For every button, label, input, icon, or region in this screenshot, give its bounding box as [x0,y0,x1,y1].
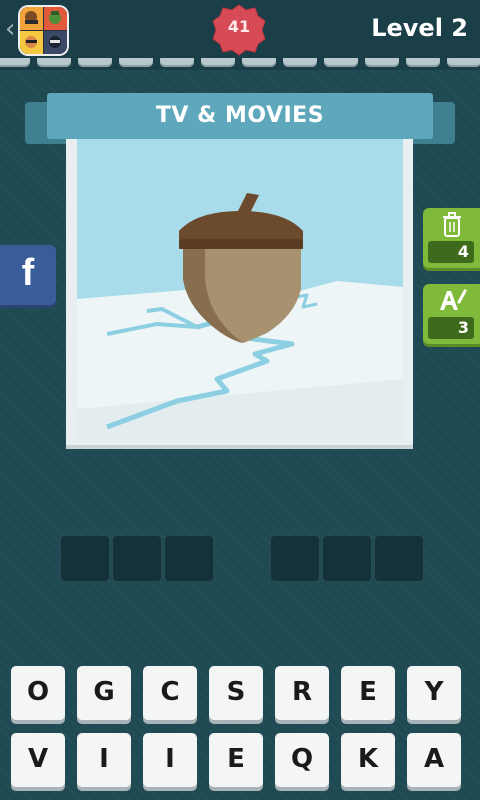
letter-key[interactable]: Y [407,666,461,720]
edge-tab [37,58,71,67]
letter-key[interactable]: S [209,666,263,720]
level-title: Level 2 [371,14,468,42]
edge-tab [242,58,276,67]
category-title: TV & MOVIES [155,103,325,128]
edge-tab [283,58,317,67]
edge-tab [119,58,153,67]
category-banner: TV & MOVIES [47,93,433,139]
letter-key[interactable]: K [341,733,395,787]
letter-key[interactable]: O [11,666,65,720]
key-label: R [291,677,313,707]
key-label: Q [290,744,314,774]
letter-key[interactable]: R [275,666,329,720]
letter-key[interactable]: Q [275,733,329,787]
answer-slot[interactable] [374,535,424,582]
reveal-letter-icon [423,288,480,314]
chevron-left-icon[interactable]: ‹ [5,16,15,42]
key-label: C [160,677,180,707]
answer-slot[interactable] [270,535,320,582]
key-label: E [359,677,377,707]
letter-key[interactable]: G [77,666,131,720]
edge-tab [0,58,30,67]
level-badge: 41 [211,4,267,56]
hint-reveal-letter-button[interactable]: 3 [423,284,480,344]
letter-key[interactable]: I [77,733,131,787]
key-label: Y [424,677,444,707]
letter-key[interactable]: C [143,666,197,720]
key-label: G [93,677,115,707]
answer-slot[interactable] [164,535,214,582]
key-label: V [27,744,49,774]
hint-remove-letters-button[interactable]: 4 [423,208,480,268]
edge-tab [324,58,358,67]
letter-key[interactable]: A [407,733,461,787]
edge-tab [406,58,440,67]
letter-key[interactable]: I [143,733,197,787]
top-bar-scalloped-edge [0,58,480,70]
letter-key[interactable]: E [209,733,263,787]
edge-tab [447,58,480,67]
hint-count: 4 [428,241,474,263]
edge-tab [201,58,235,67]
key-label: I [165,744,175,774]
facebook-icon: f [21,252,35,294]
letter-key[interactable]: E [341,666,395,720]
letter-key[interactable]: V [11,733,65,787]
edge-tab [78,58,112,67]
key-label: E [227,744,245,774]
facebook-share-button[interactable]: f [0,245,56,305]
app-logo-icon[interactable] [20,7,67,54]
answer-slot[interactable] [60,535,110,582]
key-label: S [226,677,246,707]
hint-count: 3 [428,317,474,339]
key-label: O [26,677,50,707]
level-badge-value: 41 [227,17,251,36]
answer-slot[interactable] [112,535,162,582]
edge-tab [365,58,399,67]
key-label: K [357,744,379,774]
answer-slot[interactable] [322,535,372,582]
trash-can-icon [423,212,480,238]
key-label: I [99,744,109,774]
key-label: A [423,744,445,774]
acorn-on-ice-icon[interactable] [77,139,403,439]
edge-tab [160,58,194,67]
